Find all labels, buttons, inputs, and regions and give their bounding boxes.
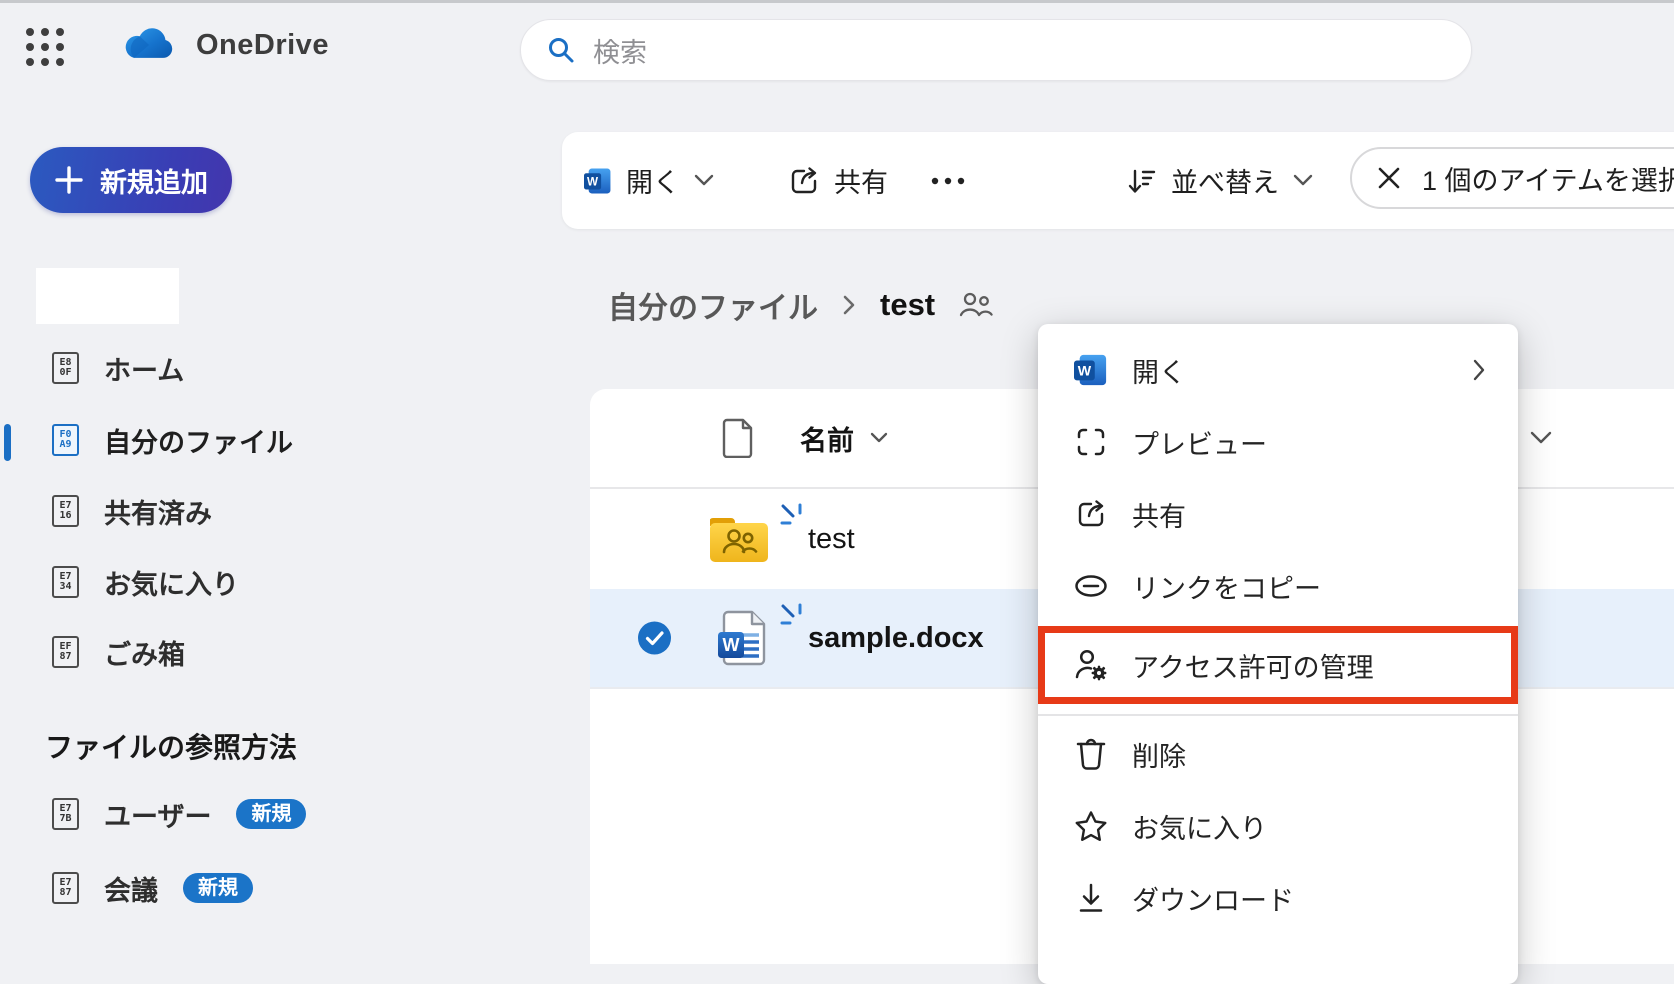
chevron-down-icon <box>1293 174 1313 187</box>
sidebar-item-shared[interactable]: E716 共有済み <box>52 489 212 533</box>
manage-access-icon <box>1072 648 1110 682</box>
my-files-icon: F0A9 <box>52 424 79 456</box>
window-top-edge <box>0 0 1674 3</box>
open-button[interactable]: W 開く <box>584 132 714 229</box>
clear-selection-icon[interactable] <box>1376 165 1402 191</box>
delete-icon <box>1072 737 1110 771</box>
svg-text:W: W <box>723 635 740 655</box>
onedrive-cloud-icon <box>120 26 176 64</box>
share-icon <box>788 165 820 197</box>
file-name[interactable]: sample.docx <box>808 622 984 655</box>
submenu-chevron-icon <box>1472 358 1486 382</box>
search-icon <box>547 36 575 64</box>
chevron-down-icon <box>870 432 888 444</box>
app-title: OneDrive <box>196 29 329 62</box>
home-icon: E80F <box>52 352 79 384</box>
app-launcher-icon[interactable] <box>26 28 66 68</box>
svg-text:W: W <box>1078 364 1092 380</box>
plus-icon <box>54 165 84 195</box>
word-icon: W <box>1072 353 1110 387</box>
menu-item-delete[interactable]: 削除 <box>1038 718 1518 790</box>
new-badge: 新規 <box>183 873 253 903</box>
search-placeholder: 検索 <box>593 31 647 70</box>
selection-count-label: 1 個のアイテムを選択 <box>1422 159 1674 198</box>
favorites-icon: E734 <box>52 566 79 598</box>
share-label: 共有 <box>834 161 888 200</box>
sort-button[interactable]: 並べ替え <box>1127 132 1313 229</box>
sidebar-item-favorites[interactable]: E734 お気に入り <box>52 560 239 604</box>
search-input[interactable]: 検索 <box>520 19 1472 81</box>
menu-item-open[interactable]: W 開く <box>1038 334 1518 406</box>
breadcrumb: 自分のファイル test <box>608 283 993 327</box>
sidebar-selection-indicator <box>4 424 11 461</box>
shared-people-icon <box>959 291 993 319</box>
open-label: 開く <box>626 161 680 200</box>
menu-item-manage-access[interactable]: アクセス許可の管理 <box>1038 626 1518 704</box>
word-document-icon: W <box>718 610 768 666</box>
sidebar-item-label: 自分のファイル <box>104 421 293 460</box>
favorite-star-icon <box>1072 810 1110 842</box>
recycle-bin-icon: EF87 <box>52 636 79 668</box>
share-button[interactable]: 共有 <box>788 132 888 229</box>
meetings-icon: E787 <box>52 872 79 904</box>
chevron-down-icon <box>694 174 714 187</box>
add-new-button[interactable]: 新規追加 <box>30 147 232 213</box>
name-column-header[interactable]: 名前 <box>800 419 888 458</box>
column-options-chevron-icon[interactable] <box>1530 431 1552 445</box>
sidebar-item-people[interactable]: E77B ユーザー 新規 <box>52 792 306 836</box>
sort-label: 並べ替え <box>1171 161 1279 200</box>
file-name[interactable]: test <box>808 523 855 556</box>
share-icon <box>1072 498 1110 530</box>
onedrive-brand: OneDrive <box>120 26 329 64</box>
preview-icon <box>1072 426 1110 458</box>
click-indicator-icon <box>780 603 806 629</box>
add-new-label: 新規追加 <box>100 161 208 200</box>
context-menu: W 開く プレビュー 共有 <box>1038 324 1518 984</box>
word-icon: W <box>584 167 612 195</box>
menu-item-share[interactable]: 共有 <box>1038 478 1518 550</box>
sidebar-item-label: ホーム <box>104 349 184 388</box>
more-options-icon <box>930 176 966 186</box>
people-icon: E77B <box>52 798 79 830</box>
shared-icon: E716 <box>52 495 79 527</box>
more-options-button[interactable] <box>930 132 966 229</box>
sidebar-item-label: 共有済み <box>104 492 212 531</box>
menu-separator <box>1038 714 1518 716</box>
download-icon <box>1072 882 1110 914</box>
sidebar-item-meetings[interactable]: E787 会議 新規 <box>52 866 253 910</box>
sidebar-item-label: お気に入り <box>104 563 239 602</box>
sidebar-item-label: ごみ箱 <box>104 633 185 672</box>
menu-item-copy-link[interactable]: リンクをコピー <box>1038 550 1518 622</box>
redacted-user-block <box>36 268 179 324</box>
command-toolbar: W 開く 共有 <box>562 132 1674 229</box>
sort-icon <box>1127 166 1157 196</box>
sidebar-item-label: ユーザー <box>104 795 211 834</box>
document-column-icon <box>722 418 756 458</box>
svg-text:W: W <box>587 175 598 188</box>
sidebar-item-home[interactable]: E80F ホーム <box>52 346 184 390</box>
sidebar-item-label: 会議 <box>104 869 158 908</box>
sidebar-item-my-files[interactable]: F0A9 自分のファイル <box>52 418 293 462</box>
sidebar-item-recycle-bin[interactable]: EF87 ごみ箱 <box>52 630 185 674</box>
breadcrumb-current: test <box>880 287 935 323</box>
menu-item-favorite[interactable]: お気に入り <box>1038 790 1518 862</box>
menu-item-download[interactable]: ダウンロード <box>1038 862 1518 934</box>
selected-checkmark-icon[interactable] <box>638 622 671 655</box>
click-indicator-icon <box>780 503 806 529</box>
copy-link-icon <box>1072 574 1110 598</box>
chevron-right-icon <box>842 294 856 316</box>
shared-folder-icon <box>710 516 768 562</box>
selection-count-pill[interactable]: 1 個のアイテムを選択 <box>1350 147 1674 209</box>
sidebar-section-header: ファイルの参照方法 <box>45 726 297 766</box>
breadcrumb-parent[interactable]: 自分のファイル <box>608 283 818 327</box>
menu-item-preview[interactable]: プレビュー <box>1038 406 1518 478</box>
new-badge: 新規 <box>236 799 306 829</box>
